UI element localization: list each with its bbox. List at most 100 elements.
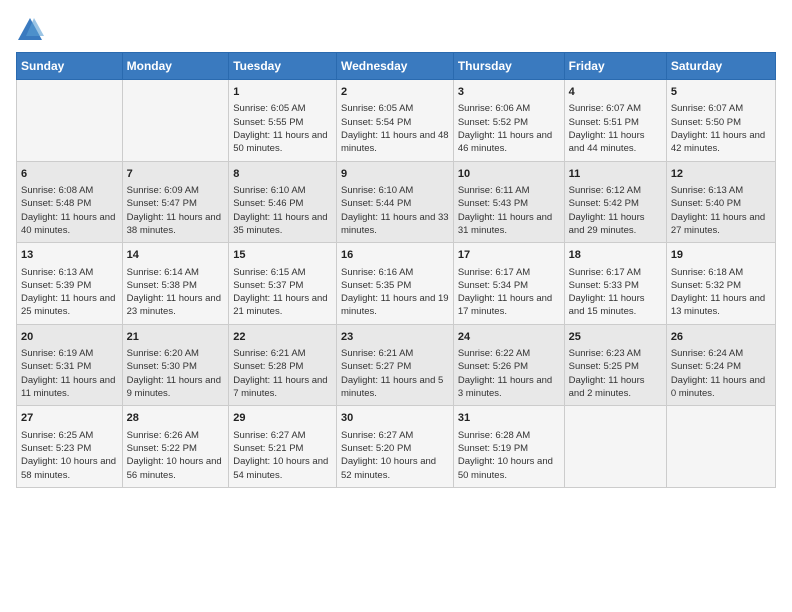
- day-number: 22: [233, 330, 332, 345]
- day-info: Daylight: 10 hours and 54 minutes.: [233, 455, 332, 482]
- page-header: [16, 16, 776, 44]
- weekday-header: Saturday: [666, 53, 775, 80]
- day-info: Sunset: 5:22 PM: [127, 442, 225, 455]
- day-info: Sunrise: 6:08 AM: [21, 184, 118, 197]
- day-info: Daylight: 11 hours and 38 minutes.: [127, 211, 225, 238]
- day-info: Sunrise: 6:15 AM: [233, 266, 332, 279]
- day-number: 26: [671, 330, 771, 345]
- day-info: Daylight: 11 hours and 25 minutes.: [21, 292, 118, 319]
- day-number: 20: [21, 330, 118, 345]
- weekday-header: Sunday: [17, 53, 123, 80]
- day-info: Sunset: 5:27 PM: [341, 360, 449, 373]
- calendar-week-row: 6Sunrise: 6:08 AMSunset: 5:48 PMDaylight…: [17, 161, 776, 243]
- day-number: 4: [569, 85, 662, 100]
- weekday-header: Wednesday: [337, 53, 454, 80]
- day-info: Daylight: 11 hours and 35 minutes.: [233, 211, 332, 238]
- day-number: 30: [341, 411, 449, 426]
- day-info: Daylight: 11 hours and 13 minutes.: [671, 292, 771, 319]
- day-info: Daylight: 10 hours and 52 minutes.: [341, 455, 449, 482]
- day-info: Sunset: 5:42 PM: [569, 197, 662, 210]
- day-info: Sunrise: 6:12 AM: [569, 184, 662, 197]
- day-info: Sunrise: 6:18 AM: [671, 266, 771, 279]
- day-info: Sunrise: 6:19 AM: [21, 347, 118, 360]
- day-number: 9: [341, 167, 449, 182]
- calendar-cell: 9 Sunrise: 6:10 AMSunset: 5:44 PMDaylight…: [337, 161, 454, 243]
- calendar-cell: 1Sunrise: 6:05 AMSunset: 5:55 PMDaylight…: [229, 80, 337, 162]
- calendar-week-row: 13Sunrise: 6:13 AMSunset: 5:39 PMDayligh…: [17, 243, 776, 325]
- calendar-cell: 4Sunrise: 6:07 AMSunset: 5:51 PMDaylight…: [564, 80, 666, 162]
- calendar-cell: 5Sunrise: 6:07 AMSunset: 5:50 PMDaylight…: [666, 80, 775, 162]
- day-info: Sunrise: 6:06 AM: [458, 102, 560, 115]
- calendar-cell: 27Sunrise: 6:25 AMSunset: 5:23 PMDayligh…: [17, 406, 123, 488]
- day-info: Sunset: 5:44 PM: [341, 197, 449, 210]
- day-info: Daylight: 11 hours and 19 minutes.: [341, 292, 449, 319]
- calendar-cell: 12Sunrise: 6:13 AMSunset: 5:40 PMDayligh…: [666, 161, 775, 243]
- calendar-cell: 31Sunrise: 6:28 AMSunset: 5:19 PMDayligh…: [453, 406, 564, 488]
- calendar-cell: 19Sunrise: 6:18 AMSunset: 5:32 PMDayligh…: [666, 243, 775, 325]
- day-info: Sunset: 5:34 PM: [458, 279, 560, 292]
- day-info: Sunset: 5:26 PM: [458, 360, 560, 373]
- calendar-week-row: 1Sunrise: 6:05 AMSunset: 5:55 PMDaylight…: [17, 80, 776, 162]
- calendar-cell: 14Sunrise: 6:14 AMSunset: 5:38 PMDayligh…: [122, 243, 229, 325]
- day-info: Sunset: 5:20 PM: [341, 442, 449, 455]
- day-number: 11: [569, 167, 662, 182]
- day-info: Daylight: 11 hours and 27 minutes.: [671, 211, 771, 238]
- day-info: Sunset: 5:47 PM: [127, 197, 225, 210]
- day-info: Sunset: 5:32 PM: [671, 279, 771, 292]
- day-info: Sunset: 5:21 PM: [233, 442, 332, 455]
- day-info: Daylight: 10 hours and 56 minutes.: [127, 455, 225, 482]
- calendar-cell: 26Sunrise: 6:24 AMSunset: 5:24 PMDayligh…: [666, 324, 775, 406]
- day-info: Sunrise: 6:26 AM: [127, 429, 225, 442]
- day-info: Sunrise: 6:24 AM: [671, 347, 771, 360]
- day-info: Daylight: 11 hours and 21 minutes.: [233, 292, 332, 319]
- day-number: 23: [341, 330, 449, 345]
- calendar-cell: 2Sunrise: 6:05 AMSunset: 5:54 PMDaylight…: [337, 80, 454, 162]
- calendar-cell: 15Sunrise: 6:15 AMSunset: 5:37 PMDayligh…: [229, 243, 337, 325]
- day-info: Sunset: 5:46 PM: [233, 197, 332, 210]
- day-number: 28: [127, 411, 225, 426]
- day-number: 3: [458, 85, 560, 100]
- day-number: 17: [458, 248, 560, 263]
- calendar-cell: 21Sunrise: 6:20 AMSunset: 5:30 PMDayligh…: [122, 324, 229, 406]
- calendar-cell: 28 Sunrise: 6:26 AMSunset: 5:22 PMDayligh…: [122, 406, 229, 488]
- day-info: Sunrise: 6:21 AM: [341, 347, 449, 360]
- weekday-header: Tuesday: [229, 53, 337, 80]
- calendar-cell: 30 Sunrise: 6:27 AMSunset: 5:20 PMDayligh…: [337, 406, 454, 488]
- day-info: Sunset: 5:50 PM: [671, 116, 771, 129]
- calendar-cell: 23Sunrise: 6:21 AMSunset: 5:27 PMDayligh…: [337, 324, 454, 406]
- day-info: Daylight: 11 hours and 9 minutes.: [127, 374, 225, 401]
- calendar-table: SundayMondayTuesdayWednesdayThursdayFrid…: [16, 52, 776, 488]
- day-info: Sunrise: 6:20 AM: [127, 347, 225, 360]
- calendar-cell: 3Sunrise: 6:06 AMSunset: 5:52 PMDaylight…: [453, 80, 564, 162]
- day-info: Sunrise: 6:10 AM: [341, 184, 449, 197]
- day-info: Sunrise: 6:27 AM: [341, 429, 449, 442]
- day-number: 15: [233, 248, 332, 263]
- day-info: Sunset: 5:31 PM: [21, 360, 118, 373]
- day-number: 27: [21, 411, 118, 426]
- logo: [16, 16, 48, 44]
- calendar-cell: 16Sunrise: 6:16 AMSunset: 5:35 PMDayligh…: [337, 243, 454, 325]
- day-info: Sunrise: 6:05 AM: [341, 102, 449, 115]
- day-info: Sunset: 5:39 PM: [21, 279, 118, 292]
- day-number: 10: [458, 167, 560, 182]
- day-info: Daylight: 11 hours and 50 minutes.: [233, 129, 332, 156]
- calendar-cell: 29Sunrise: 6:27 AMSunset: 5:21 PMDayligh…: [229, 406, 337, 488]
- logo-icon: [16, 16, 44, 44]
- day-info: Daylight: 11 hours and 23 minutes.: [127, 292, 225, 319]
- calendar-cell: 24Sunrise: 6:22 AMSunset: 5:26 PMDayligh…: [453, 324, 564, 406]
- day-info: Daylight: 11 hours and 33 minutes.: [341, 211, 449, 238]
- day-info: Sunrise: 6:25 AM: [21, 429, 118, 442]
- day-number: 25: [569, 330, 662, 345]
- calendar-week-row: 20Sunrise: 6:19 AMSunset: 5:31 PMDayligh…: [17, 324, 776, 406]
- calendar-cell: 11Sunrise: 6:12 AMSunset: 5:42 PMDayligh…: [564, 161, 666, 243]
- calendar-cell: [122, 80, 229, 162]
- day-info: Sunrise: 6:17 AM: [569, 266, 662, 279]
- day-number: 2: [341, 85, 449, 100]
- day-info: Sunrise: 6:13 AM: [21, 266, 118, 279]
- calendar-cell: 10Sunrise: 6:11 AMSunset: 5:43 PMDayligh…: [453, 161, 564, 243]
- day-info: Daylight: 11 hours and 11 minutes.: [21, 374, 118, 401]
- day-number: 13: [21, 248, 118, 263]
- day-info: Sunrise: 6:07 AM: [671, 102, 771, 115]
- day-info: Sunset: 5:30 PM: [127, 360, 225, 373]
- day-number: 24: [458, 330, 560, 345]
